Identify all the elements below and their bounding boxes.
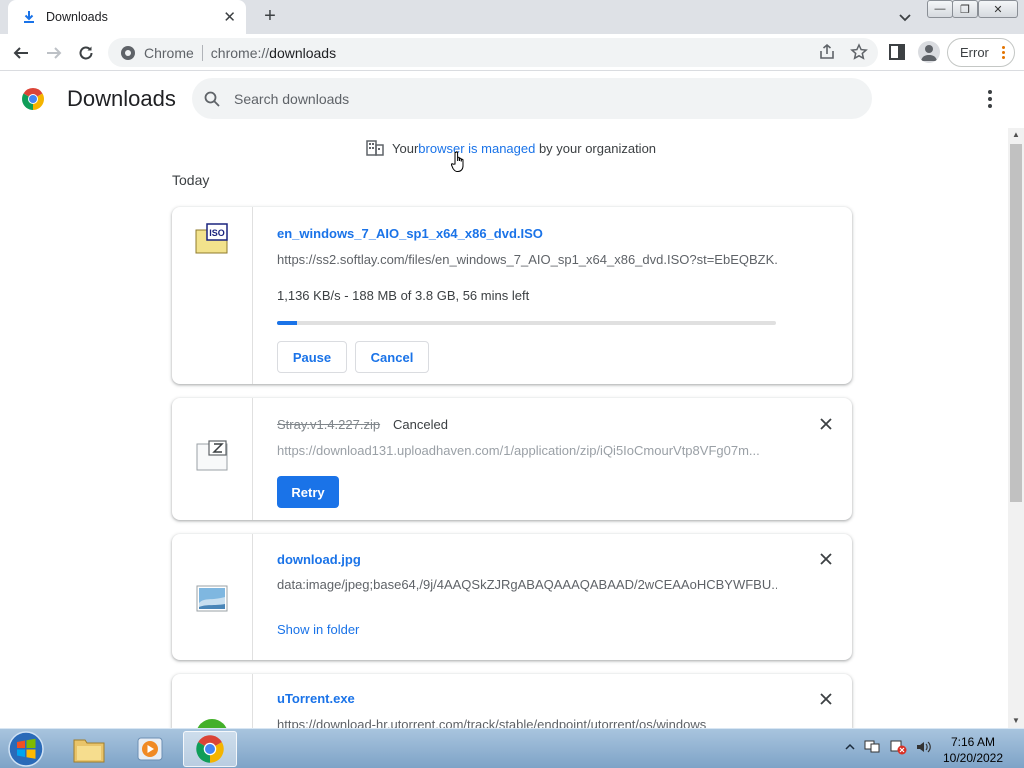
back-arrow-icon xyxy=(13,47,28,59)
building-icon xyxy=(366,140,384,156)
download-url: https://ss2.softlay.com/files/en_windows… xyxy=(277,252,777,267)
scroll-up-icon[interactable]: ▲ xyxy=(1008,128,1024,142)
forward-arrow-icon xyxy=(47,47,62,59)
folder-icon xyxy=(73,739,105,763)
section-date: Today xyxy=(172,172,210,188)
profile-error-button[interactable]: Error xyxy=(947,38,1015,67)
system-tray xyxy=(845,739,933,755)
download-item: ISO en_windows_7_AIO_sp1_x64_x86_dvd.ISO… xyxy=(172,207,852,384)
managed-link[interactable]: browser is managed xyxy=(418,141,535,156)
reload-icon xyxy=(79,46,93,60)
taskbar: 7:16 AM 10/20/2022 xyxy=(0,728,1024,768)
restore-button[interactable]: ❐ xyxy=(952,0,978,18)
back-button[interactable] xyxy=(8,40,34,66)
clock-time: 7:16 AM xyxy=(950,735,996,749)
cancel-button[interactable]: Cancel xyxy=(355,341,429,373)
utorrent-icon xyxy=(197,719,227,728)
tab-search-icon[interactable] xyxy=(894,6,916,28)
tab-downloads[interactable]: Downloads ✕ xyxy=(8,0,246,34)
pause-button[interactable]: Pause xyxy=(277,341,347,373)
show-hidden-icons-icon[interactable] xyxy=(845,742,855,752)
retry-button[interactable]: Retry xyxy=(277,476,339,508)
image-file-icon xyxy=(196,585,228,612)
remove-item-icon[interactable] xyxy=(818,551,834,567)
omnibox-divider xyxy=(201,44,203,61)
site-label: Chrome xyxy=(144,44,194,61)
download-url: https://download131.uploadhaven.com/1/ap… xyxy=(277,443,760,458)
remove-item-icon[interactable] xyxy=(818,691,834,707)
iso-file-icon: ISO xyxy=(195,223,228,254)
download-url: https://download-hr.utorrent.com/track/s… xyxy=(277,717,707,728)
search-icon xyxy=(204,91,220,107)
new-tab-button[interactable]: + xyxy=(258,5,282,29)
close-window-button[interactable]: ✕ xyxy=(978,0,1018,18)
share-icon[interactable] xyxy=(818,43,836,61)
start-button-icon[interactable] xyxy=(6,730,46,768)
remove-item-icon[interactable] xyxy=(818,416,834,432)
minimize-button[interactable]: — xyxy=(927,0,953,18)
menu-dots-icon xyxy=(1002,46,1005,61)
page-title: Downloads xyxy=(67,86,176,111)
download-file-link[interactable]: en_windows_7_AIO_sp1_x64_x86_dvd.ISO xyxy=(277,226,543,241)
tab-strip: Downloads ✕ + — ❐ ✕ xyxy=(0,0,1024,34)
toolbar: Chrome chrome://downloads Error xyxy=(0,34,1024,71)
url-text: chrome://downloads xyxy=(210,44,337,61)
media-player-icon xyxy=(137,737,163,761)
chrome-site-icon xyxy=(121,45,135,60)
reload-button[interactable] xyxy=(73,40,99,66)
download-file-link[interactable]: download.jpg xyxy=(277,552,361,567)
managed-notice: Your browser is managed by your organiza… xyxy=(366,140,656,156)
download-item: download.jpg data:image/jpeg;base64,/9j/… xyxy=(172,534,852,660)
zip-file-icon xyxy=(196,440,228,471)
progress-fill xyxy=(277,321,297,325)
taskbar-clock[interactable]: 7:16 AM 10/20/2022 xyxy=(940,734,1006,766)
download-file-link[interactable]: uTorrent.exe xyxy=(277,691,355,706)
bookmark-star-icon[interactable] xyxy=(850,43,868,61)
hand-cursor-icon xyxy=(451,151,464,172)
download-icon xyxy=(24,11,34,23)
forward-button[interactable] xyxy=(41,40,67,66)
search-input[interactable] xyxy=(234,90,834,107)
taskbar-chrome[interactable] xyxy=(183,731,237,767)
scroll-down-icon[interactable]: ▼ xyxy=(1008,714,1024,728)
download-progress-bar xyxy=(277,321,776,325)
download-item: uTorrent.exe https://download-hr.utorren… xyxy=(172,674,852,728)
more-actions-icon[interactable] xyxy=(980,88,1000,110)
scroll-thumb[interactable] xyxy=(1010,144,1022,502)
volume-icon[interactable] xyxy=(915,739,933,755)
taskbar-media-player[interactable] xyxy=(123,731,177,767)
svg-text:ISO: ISO xyxy=(209,228,225,238)
profile-avatar[interactable] xyxy=(918,41,940,63)
chrome-logo-icon xyxy=(22,88,44,110)
show-in-folder-link[interactable]: Show in folder xyxy=(277,622,359,637)
taskbar-explorer[interactable] xyxy=(62,731,116,767)
clock-date: 10/20/2022 xyxy=(942,751,1004,765)
tab-title: Downloads xyxy=(46,10,108,24)
network-error-icon[interactable] xyxy=(889,739,907,755)
search-bar[interactable] xyxy=(192,78,872,119)
download-file-name: Stray.v1.4.227.zip xyxy=(277,417,381,432)
download-status: Canceled xyxy=(393,417,448,432)
download-progress-text: 1,136 KB/s - 188 MB of 3.8 GB, 56 mins l… xyxy=(277,288,530,303)
chrome-taskbar-icon xyxy=(196,735,224,763)
tab-close-icon[interactable]: ✕ xyxy=(223,8,236,26)
person-icon xyxy=(921,45,937,61)
side-panel-icon[interactable] xyxy=(887,42,907,62)
address-bar[interactable]: Chrome chrome://downloads xyxy=(108,38,878,67)
download-url: data:image/jpeg;base64,/9j/4AAQSkZJRgABA… xyxy=(277,577,777,592)
action-center-icon[interactable] xyxy=(863,739,881,755)
scrollbar[interactable]: ▲ ▼ xyxy=(1008,128,1024,728)
download-item: Stray.v1.4.227.zip Canceled https://down… xyxy=(172,398,852,520)
